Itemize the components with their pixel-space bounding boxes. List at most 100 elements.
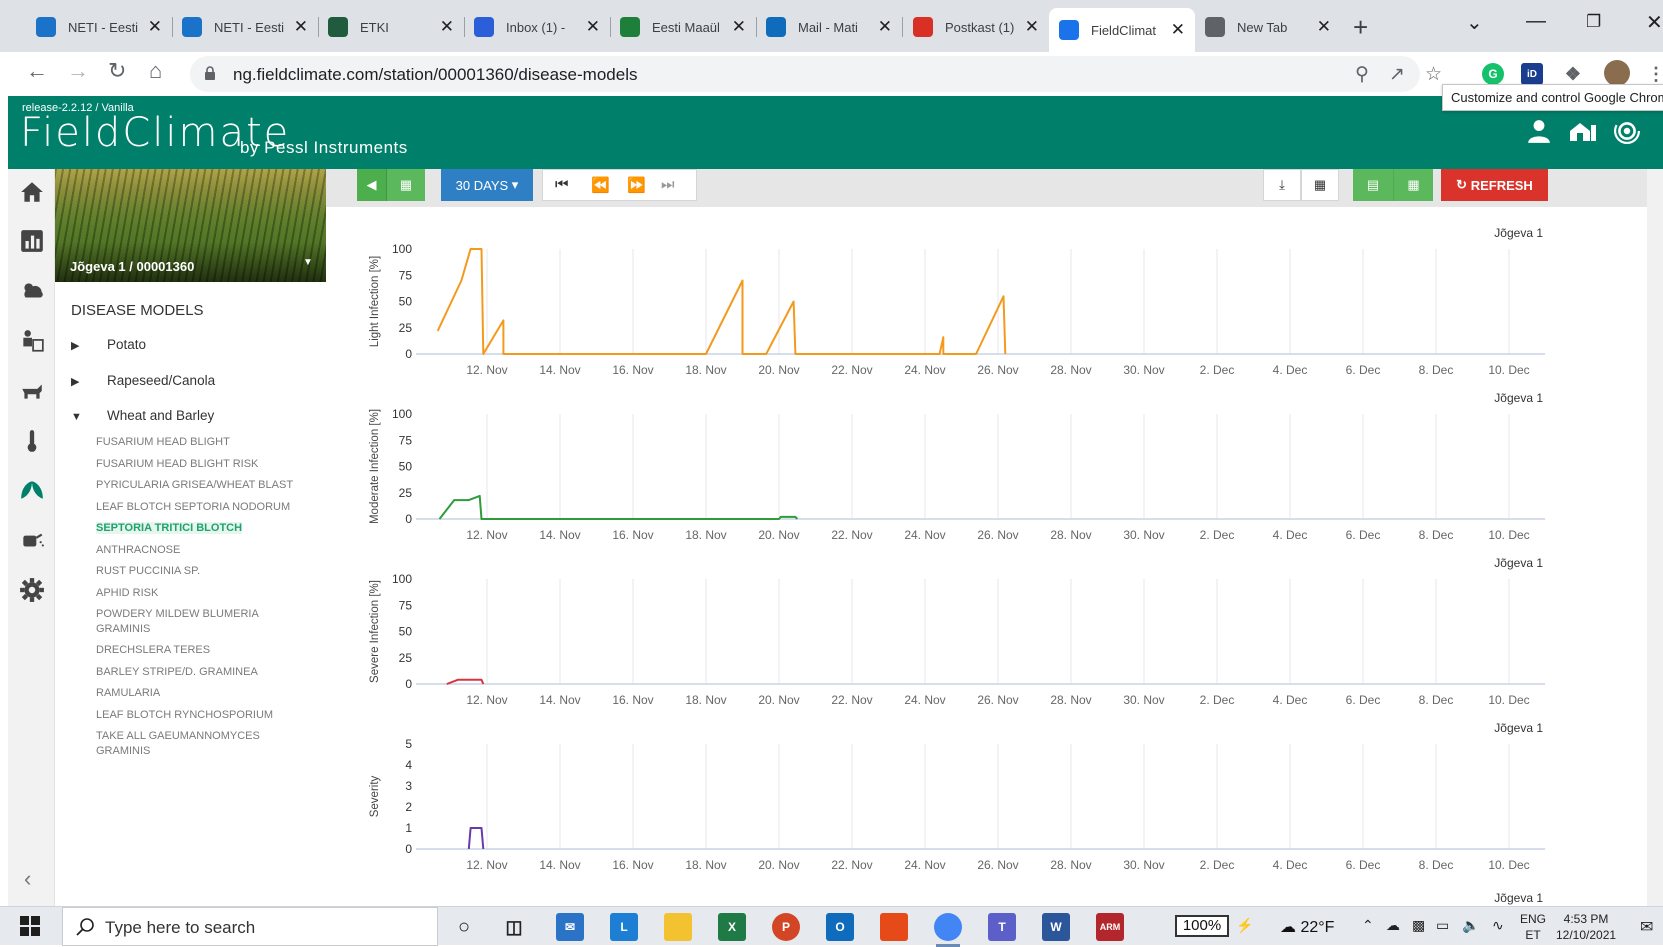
work-planning-icon[interactable] bbox=[19, 328, 45, 354]
vertical-scrollbar[interactable] bbox=[1647, 169, 1663, 906]
back-icon[interactable]: ← bbox=[26, 58, 48, 84]
battery-icon[interactable]: ▭ bbox=[1436, 917, 1449, 934]
model-group[interactable]: ▶ Potato bbox=[71, 337, 146, 352]
collapse-sidebar-icon[interactable]: ‹ bbox=[24, 866, 31, 892]
browser-tab[interactable]: ETKI ✕ bbox=[318, 9, 464, 45]
notifications-icon[interactable]: ✉ bbox=[1640, 917, 1653, 937]
wifi-icon[interactable]: ∿ bbox=[1492, 917, 1504, 934]
chrome-menu-icon[interactable]: ⋮ bbox=[1645, 63, 1663, 85]
period-dropdown[interactable]: 30 DAYS ▾ bbox=[441, 169, 533, 201]
volume-icon[interactable]: 🔈 bbox=[1462, 917, 1479, 934]
model-item[interactable]: TAKE ALL GAEUMANNOMYCES GRAMINIS bbox=[96, 729, 296, 759]
browser-tab[interactable]: Postkast (1) ✕ bbox=[903, 9, 1049, 45]
close-window-icon[interactable]: ✕ bbox=[1646, 10, 1663, 35]
calendar-icon[interactable]: ▦ bbox=[387, 169, 425, 201]
chart-view-icon[interactable]: ▤ bbox=[1353, 169, 1393, 201]
caret-right-icon[interactable]: ▶ bbox=[71, 375, 91, 388]
disease-models-leaf-icon[interactable] bbox=[19, 477, 45, 503]
address-bar[interactable]: ng.fieldclimate.com/station/00001360/dis… bbox=[190, 56, 1442, 92]
station-caret-icon[interactable]: ▼ bbox=[303, 257, 313, 268]
tab-close-icon[interactable]: ✕ bbox=[294, 17, 308, 37]
previous-icon[interactable]: ⏪ bbox=[591, 176, 610, 194]
word-icon[interactable]: W bbox=[1042, 913, 1070, 941]
first-page-icon[interactable]: ⏮ bbox=[555, 176, 569, 193]
caret-down-icon[interactable]: ▼ bbox=[71, 411, 91, 423]
go-first-icon[interactable]: ◀ bbox=[357, 169, 387, 201]
model-item[interactable]: BARLEY STRIPE/D. GRAMINEA bbox=[96, 665, 296, 680]
caret-right-icon[interactable]: ▶ bbox=[71, 339, 91, 352]
home-icon[interactable]: ⌂ bbox=[149, 58, 162, 84]
refresh-button[interactable]: ↻ REFRESH bbox=[1441, 169, 1548, 201]
tab-close-icon[interactable]: ✕ bbox=[440, 17, 454, 37]
arm-app-icon[interactable]: ARM bbox=[1096, 913, 1124, 941]
cortana-icon[interactable]: ○ bbox=[450, 913, 478, 941]
model-group[interactable]: ▶ Rapeseed/Canola bbox=[71, 373, 215, 388]
tab-close-icon[interactable]: ✕ bbox=[1171, 20, 1185, 40]
model-item[interactable]: RAMULARIA bbox=[96, 686, 296, 701]
model-item[interactable]: ANTHRACNOSE bbox=[96, 543, 296, 558]
model-item[interactable]: DRECHSLERA TERES bbox=[96, 643, 296, 658]
model-item[interactable]: RUST PUCCINIA SP. bbox=[96, 564, 296, 579]
taskbar-search[interactable]: Type here to search bbox=[62, 907, 438, 946]
farm-icon[interactable] bbox=[1568, 118, 1598, 144]
office-icon[interactable] bbox=[880, 913, 908, 941]
weather-forecast-icon[interactable] bbox=[19, 278, 45, 304]
user-icon[interactable] bbox=[1526, 118, 1552, 144]
task-view-icon[interactable]: ◫ bbox=[500, 913, 528, 941]
spraying-icon[interactable] bbox=[19, 527, 45, 553]
tab-close-icon[interactable]: ✕ bbox=[1025, 17, 1039, 37]
model-group[interactable]: ▼ Wheat and Barley bbox=[71, 408, 214, 423]
extensions-puzzle-icon[interactable]: ❖ bbox=[1562, 63, 1584, 85]
zoom-icon[interactable]: ⚲ bbox=[1355, 63, 1369, 86]
browser-tab[interactable]: Inbox (1) - ✕ bbox=[464, 9, 610, 45]
forward-icon[interactable]: → bbox=[67, 58, 89, 84]
browser-tab[interactable]: New Tab ✕ bbox=[1195, 9, 1341, 45]
grammarly-icon[interactable]: G bbox=[1482, 63, 1504, 85]
station-selector[interactable]: Jõgeva 1 / 00001360 bbox=[70, 259, 194, 274]
last-page-icon[interactable]: ⏭ bbox=[661, 176, 675, 193]
minimize-icon[interactable]: — bbox=[1526, 10, 1546, 33]
thermometer-icon[interactable] bbox=[19, 428, 45, 454]
powerpoint-icon[interactable]: P bbox=[772, 913, 800, 941]
home-nav-icon[interactable] bbox=[19, 179, 45, 205]
windows-start-icon[interactable] bbox=[20, 916, 40, 936]
reload-icon[interactable]: ↻ bbox=[108, 58, 126, 84]
l-app-icon[interactable]: L bbox=[610, 913, 638, 941]
teams-icon[interactable]: T bbox=[988, 913, 1016, 941]
download-icon[interactable]: ⤓ bbox=[1263, 169, 1301, 201]
settings-gear-icon[interactable] bbox=[19, 577, 45, 603]
browser-tab[interactable]: NETI - Eesti ✕ bbox=[26, 9, 172, 45]
tab-close-icon[interactable]: ✕ bbox=[148, 17, 162, 37]
chrome-taskbar-icon[interactable] bbox=[934, 913, 962, 947]
chart-table-view-icon[interactable]: ▦ bbox=[1393, 169, 1433, 201]
browser-tab[interactable]: Mail - Mati ✕ bbox=[756, 9, 902, 45]
language-indicator[interactable]: ENG ET bbox=[1520, 911, 1546, 943]
id-extension-icon[interactable]: iD bbox=[1521, 63, 1543, 85]
onedrive-icon[interactable]: ☁ bbox=[1386, 917, 1400, 934]
model-item[interactable]: PYRICULARIA GRISEA/WHEAT BLAST bbox=[96, 478, 296, 493]
zoom-indicator[interactable]: 100% bbox=[1175, 915, 1229, 937]
animal-health-icon[interactable] bbox=[19, 378, 45, 404]
meet-icon[interactable]: ▩ bbox=[1412, 917, 1425, 934]
stations-signal-icon[interactable] bbox=[1614, 118, 1640, 144]
model-item[interactable]: APHID RISK bbox=[96, 586, 296, 601]
model-item[interactable]: LEAF BLOTCH SEPTORIA NODORUM bbox=[96, 500, 296, 515]
file-explorer-icon[interactable] bbox=[664, 913, 692, 941]
browser-tab[interactable]: NETI - Eesti ✕ bbox=[172, 9, 318, 45]
clock[interactable]: 4:53 PM 12/10/2021 bbox=[1556, 911, 1616, 943]
browser-tab[interactable]: Eesti Maaül ✕ bbox=[610, 9, 756, 45]
model-item[interactable]: LEAF BLOTCH RYNCHOSPORIUM bbox=[96, 708, 296, 723]
weather-widget[interactable]: ☁ 22°F bbox=[1280, 917, 1334, 937]
model-item[interactable]: FUSARIUM HEAD BLIGHT RISK bbox=[96, 457, 296, 472]
tab-search-icon[interactable]: ⌄ bbox=[1466, 10, 1483, 35]
station-photo[interactable]: Jõgeva 1 / 00001360 ▼ bbox=[55, 169, 326, 282]
new-tab-button[interactable]: + bbox=[1353, 12, 1368, 43]
charts-nav-icon[interactable] bbox=[19, 228, 45, 254]
tab-close-icon[interactable]: ✕ bbox=[878, 17, 892, 37]
share-icon[interactable]: ↗ bbox=[1389, 63, 1405, 86]
profile-avatar[interactable] bbox=[1604, 60, 1630, 86]
excel-icon[interactable]: X bbox=[718, 913, 746, 941]
table-view-icon[interactable]: ▦ bbox=[1301, 169, 1339, 201]
tab-close-icon[interactable]: ✕ bbox=[732, 17, 746, 37]
tab-close-icon[interactable]: ✕ bbox=[586, 17, 600, 37]
